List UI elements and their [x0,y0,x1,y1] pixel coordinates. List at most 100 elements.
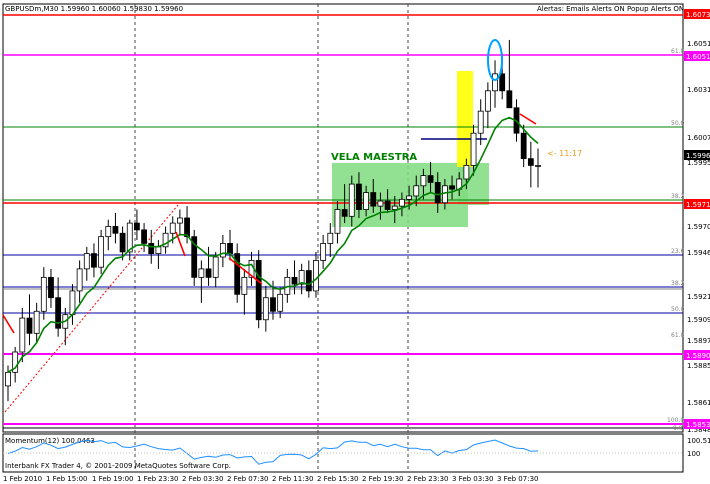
candle-body [33,310,40,334]
candle-body [492,73,498,92]
candle-body [19,317,26,353]
x-tick: 2 Feb 11:30 [272,475,313,483]
fib-label: 50.0 [671,306,685,313]
candle-body [441,185,448,204]
fib-label: 61.8 [671,332,685,339]
x-tick: 1 Feb 23:30 [137,475,178,483]
candle-body [227,243,233,255]
y-tick: 1.60515 [687,40,710,48]
x-tick: 1 Feb 15:00 [46,475,87,483]
forex-chart[interactable]: GBPUSDm,M30 1.59960 1.60060 1.59830 1.59… [0,0,710,484]
x-tick: 2 Feb 07:30 [227,475,268,483]
vela-maestra-label: VELA MAESTRA [331,152,417,163]
candle-body [327,232,334,244]
candle-body [219,243,226,258]
x-tick: 3 Feb 07:30 [497,475,538,483]
x-tick: 2 Feb 03:30 [182,475,223,483]
candle-body [427,175,434,183]
y-tick: 1.59460 [687,249,710,257]
candle-body [76,268,83,292]
candle-body [434,181,441,204]
candle-body [520,132,527,160]
y-tick: 1.58610 [687,399,710,407]
candle-body [320,243,327,261]
candle-body [155,246,162,255]
y-tick: 1.59950 [687,159,710,167]
y-tick: 1.59215 [687,293,710,301]
x-tick: 1 Feb 2010 [3,475,42,483]
candle-body [105,226,112,238]
candle-body [83,253,90,270]
candle-body [270,297,276,312]
candle-body [334,209,341,234]
candle-body [363,192,370,210]
candle-body [198,268,205,278]
fib-label: 23.6 [671,248,685,255]
candle-body [255,259,262,321]
y-tick: 1.60315 [687,86,710,94]
candle-body [484,90,491,112]
candle-body [119,232,126,253]
candle-body [463,165,470,180]
price-tag: 1.58530 [686,421,710,429]
fib-label: 100.0 [667,417,684,424]
y-tick: 1.60070 [687,134,710,142]
candle-body [499,73,506,92]
candle-body [184,217,190,238]
x-tick: 3 Feb 03:30 [452,475,493,483]
candle-body [470,132,477,166]
candle-body [527,158,534,166]
candle-body [148,243,155,255]
candle-body [40,276,47,312]
breakout-yellow-box [457,71,473,167]
price-tag: 1.60514 [686,53,710,61]
time-axis: 1 Feb 2010 1 Feb 15:00 1 Feb 19:00 1 Feb… [3,475,538,483]
x-tick: 2 Feb 19:30 [362,475,403,483]
fib-label: 0.0 [673,425,683,432]
candle-body [391,205,398,210]
candle-body [305,270,312,292]
candle-body [535,165,541,167]
candle-body [277,293,284,312]
x-tick: 2 Feb 23:30 [407,475,448,483]
candle-body [112,226,119,234]
candle-body [384,200,391,210]
y-tick: 1.58970 [687,337,710,345]
candle-body [449,185,455,190]
candle-body [413,185,420,197]
candle-body [26,317,33,334]
candle-body [176,217,183,224]
fib-label: 50.0 [671,120,685,127]
momentum-tick: 100.513 [687,437,710,445]
candle-body [212,256,219,278]
candle-body [356,183,362,210]
copyright-text: Interbank FX Trader 4, © 2001-2009 MetaQ… [5,462,231,470]
candle-body [477,110,484,134]
candle-body [399,198,405,207]
candle-body [48,276,54,299]
alerts-status: Alertas: Emails Alerts ON Popup Alerts O… [537,5,684,13]
candle-body [91,253,97,268]
candle-body [98,236,105,268]
candle-body [169,222,176,234]
candle-body [377,200,384,207]
candle-body [506,90,513,109]
candle-body [420,175,427,187]
candle-body [262,297,269,321]
price-axis: 1.60515 1.60315 1.60070 1.59950 1.59700 … [687,40,710,434]
price-tag: 1.59960 [686,152,710,160]
candle-body [141,229,147,244]
price-tag: 1.59712 [686,201,710,209]
momentum-tick: 100 [687,450,700,458]
candle-body [341,209,348,217]
fib-label: 61.8 [671,48,685,55]
candle-body [406,195,412,200]
candle-body [241,276,248,295]
candle-body [134,222,140,231]
candle-body [291,276,298,285]
y-tick: 1.59700 [687,223,710,231]
x-tick: 2 Feb 15:30 [317,475,358,483]
x-tick: 1 Feb 19:00 [92,475,133,483]
symbol-info: GBPUSDm,M30 1.59960 1.60060 1.59830 1.59… [5,5,183,13]
candle-body [370,192,377,207]
